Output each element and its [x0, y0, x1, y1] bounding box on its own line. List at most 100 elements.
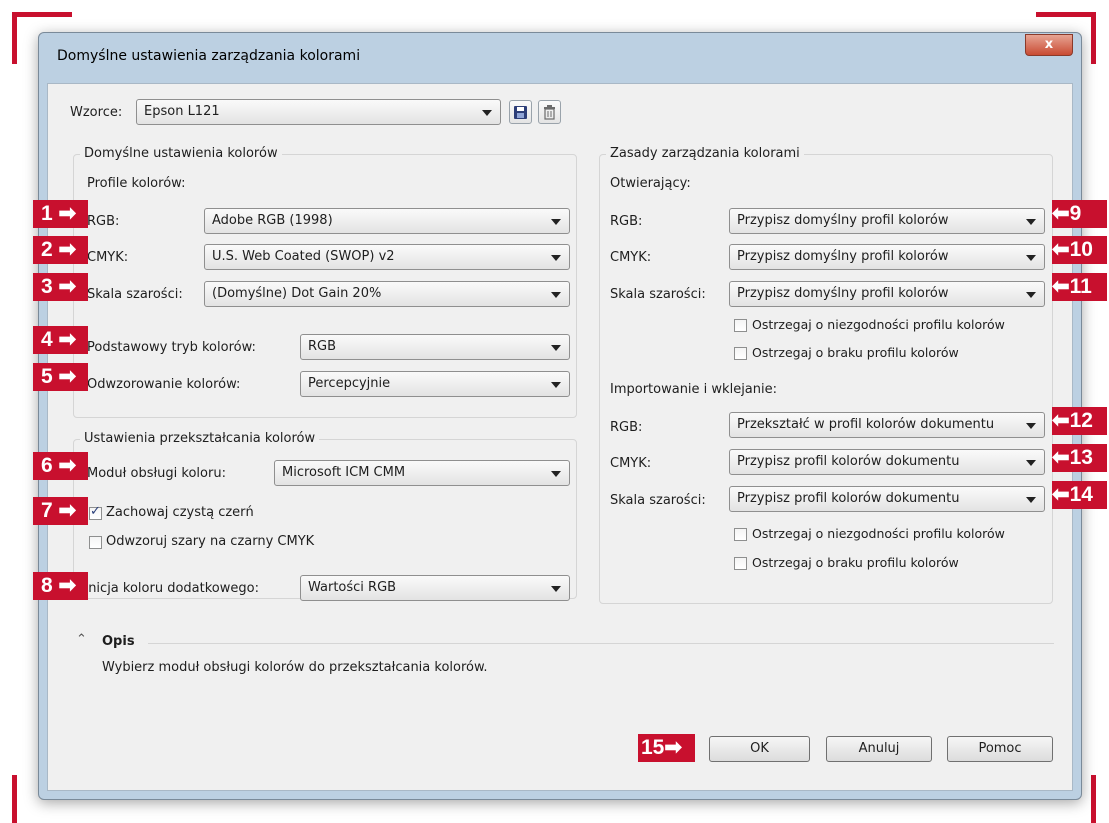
- cancel-button[interactable]: Anuluj: [826, 736, 932, 762]
- corner-mark-top-left-h: [12, 12, 72, 17]
- rgb-profile-value: Adobe RGB (1998): [212, 213, 333, 228]
- callout-13: ⬅13: [1052, 444, 1107, 472]
- chevron-down-icon: [1026, 460, 1036, 466]
- preserve-pure-black-checkbox[interactable]: [89, 504, 102, 520]
- open-gray-policy-value: Przypisz domyślny profil kolorów: [737, 286, 949, 301]
- open-cmyk-policy-dropdown[interactable]: Przypisz domyślny profil kolorów: [729, 244, 1045, 270]
- arrow-left-icon: ⬅: [1052, 446, 1070, 469]
- rgb-profile-dropdown[interactable]: Adobe RGB (1998): [204, 208, 570, 234]
- open-rgb-policy-dropdown[interactable]: Przypisz domyślny profil kolorów: [729, 208, 1045, 234]
- open-rgb-label: RGB:: [610, 214, 643, 229]
- preset-dropdown[interactable]: Epson L121: [136, 99, 501, 125]
- map-gray-to-black-checkbox[interactable]: [89, 536, 102, 549]
- callout-number: 2: [41, 238, 53, 261]
- callout-5: 5 ➡: [33, 363, 88, 391]
- callout-11: ⬅11: [1052, 273, 1107, 301]
- arrow-right-icon: ➡: [58, 574, 77, 597]
- ok-button[interactable]: OK: [709, 736, 810, 762]
- opening-label: Otwierający:: [610, 176, 691, 191]
- open-rgb-policy-value: Przypisz domyślny profil kolorów: [737, 213, 949, 228]
- import-cmyk-policy-dropdown[interactable]: Przypisz profil kolorów dokumentu: [729, 449, 1045, 475]
- import-paste-label: Importowanie i wklejanie:: [610, 382, 778, 397]
- callout-4: 4 ➡: [33, 326, 88, 354]
- callout-number: 4: [41, 328, 53, 351]
- close-icon: x: [1044, 37, 1054, 52]
- open-warn-mismatch-checkbox[interactable]: [734, 319, 747, 332]
- gray-profile-value: (Domyślne) Dot Gain 20%: [212, 286, 382, 301]
- map-gray-to-black-label[interactable]: Odwzoruj szary na czarny CMYK: [106, 534, 314, 549]
- rendering-intent-dropdown[interactable]: Percepcyjnie: [300, 371, 570, 397]
- import-warn-mismatch-checkbox[interactable]: [734, 528, 747, 541]
- chevron-down-icon: [551, 382, 561, 388]
- save-preset-button[interactable]: [509, 100, 532, 124]
- import-warn-missing-label[interactable]: Ostrzegaj o braku profilu kolorów: [752, 555, 959, 570]
- import-warn-missing-checkbox[interactable]: [734, 557, 747, 570]
- callout-number: 5: [41, 365, 53, 388]
- callout-12: ⬅12: [1052, 407, 1107, 435]
- import-gray-policy-dropdown[interactable]: Przypisz profil kolorów dokumentu: [729, 486, 1045, 512]
- callout-7: 7 ➡: [33, 497, 88, 525]
- color-engine-dropdown[interactable]: Microsoft ICM CMM: [274, 460, 570, 486]
- spot-color-dropdown[interactable]: Wartości RGB: [300, 575, 570, 601]
- rendering-intent-value: Percepcyjnie: [308, 376, 391, 391]
- description-divider: [148, 643, 1054, 644]
- arrow-left-icon: ⬅: [1052, 483, 1070, 506]
- callout-1: 1 ➡: [33, 200, 88, 228]
- import-warn-mismatch-label[interactable]: Ostrzegaj o niezgodności profilu kolorów: [752, 526, 1005, 541]
- primary-color-mode-value: RGB: [308, 339, 337, 354]
- dialog-client-area: Wzorce: Epson L121 Domyślne ustawienia k…: [47, 83, 1073, 791]
- cmyk-profile-dropdown[interactable]: U.S. Web Coated (SWOP) v2: [204, 244, 570, 270]
- import-rgb-policy-value: Przekształć w profil kolorów dokumentu: [737, 417, 995, 432]
- preset-label: Wzorce:: [70, 105, 123, 120]
- arrow-right-icon: ➡: [58, 238, 77, 261]
- open-warn-missing-checkbox[interactable]: [734, 347, 747, 360]
- trash-icon: [544, 105, 555, 120]
- callout-number: 14: [1069, 483, 1093, 506]
- callout-number: 1: [41, 202, 53, 225]
- callout-number: 3: [41, 275, 53, 298]
- open-warn-missing-label[interactable]: Ostrzegaj o braku profilu kolorów: [752, 345, 959, 360]
- arrow-left-icon: ⬅: [1052, 409, 1070, 432]
- callout-number: 6: [41, 454, 53, 477]
- preserve-pure-black-label[interactable]: Zachowaj czystą czerń: [106, 505, 254, 520]
- chevron-down-icon: [551, 219, 561, 225]
- arrow-right-icon: ➡: [58, 202, 77, 225]
- arrow-right-icon: ➡: [664, 736, 682, 759]
- spot-color-value: Wartości RGB: [308, 580, 397, 595]
- corner-mark-bottom-left-v: [12, 775, 17, 823]
- chevron-down-icon: [1026, 219, 1036, 225]
- callout-number: 7: [41, 499, 53, 522]
- collapse-description-icon[interactable]: ⌃: [76, 632, 87, 647]
- arrow-left-icon: ⬅: [1052, 275, 1070, 298]
- primary-color-mode-dropdown[interactable]: RGB: [300, 334, 570, 360]
- import-cmyk-policy-value: Przypisz profil kolorów dokumentu: [737, 454, 960, 469]
- close-button[interactable]: x: [1025, 34, 1073, 56]
- arrow-right-icon: ➡: [58, 365, 77, 388]
- gray-profile-label: Skala szarości:: [87, 287, 183, 302]
- color-policies-title: Zasady zarządzania kolorami: [606, 146, 804, 161]
- chevron-down-icon: [1026, 423, 1036, 429]
- import-rgb-label: RGB:: [610, 420, 643, 435]
- open-warn-mismatch-label[interactable]: Ostrzegaj o niezgodności profilu kolorów: [752, 317, 1005, 332]
- callout-3: 3 ➡: [33, 273, 88, 301]
- open-gray-label: Skala szarości:: [610, 287, 706, 302]
- dialog-title: Domyślne ustawienia zarządzania kolorami: [57, 48, 361, 64]
- chevron-down-icon: [482, 110, 492, 116]
- corner-mark-top-right-h: [1036, 12, 1096, 17]
- import-rgb-policy-dropdown[interactable]: Przekształć w profil kolorów dokumentu: [729, 412, 1045, 438]
- arrow-right-icon: ➡: [58, 328, 77, 351]
- callout-number: 10: [1069, 238, 1093, 261]
- import-gray-label: Skala szarości:: [610, 493, 706, 508]
- open-gray-policy-dropdown[interactable]: Przypisz domyślny profil kolorów: [729, 281, 1045, 307]
- callout-number: 15: [641, 736, 665, 759]
- help-button[interactable]: Pomoc: [947, 736, 1053, 762]
- gray-profile-dropdown[interactable]: (Domyślne) Dot Gain 20%: [204, 281, 570, 307]
- callout-8: 8 ➡: [33, 572, 88, 600]
- chevron-down-icon: [551, 255, 561, 261]
- corner-mark-top-left-v: [12, 12, 17, 64]
- chevron-down-icon: [551, 345, 561, 351]
- open-cmyk-label: CMYK:: [610, 250, 652, 265]
- delete-preset-button[interactable]: [538, 100, 561, 124]
- arrow-right-icon: ➡: [58, 275, 77, 298]
- color-profiles-label: Profile kolorów:: [87, 176, 186, 191]
